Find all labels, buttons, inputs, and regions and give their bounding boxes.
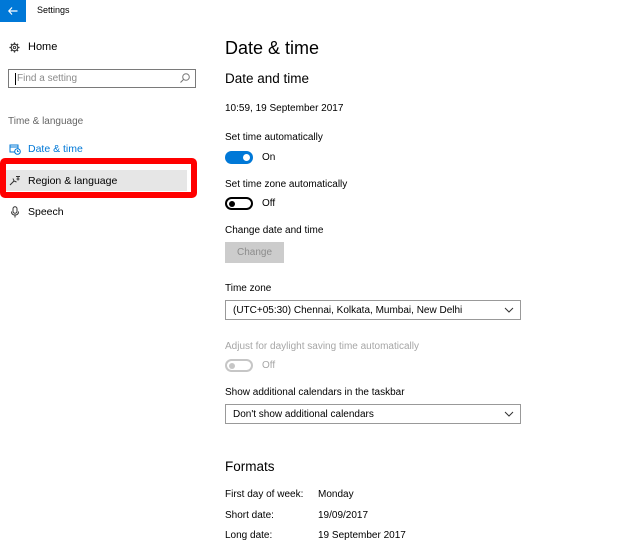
set-time-auto-toggle[interactable] [225, 151, 253, 164]
set-time-auto-state: On [262, 152, 276, 163]
time-zone-label: Time zone [225, 283, 272, 294]
toggle-knob [229, 200, 235, 207]
section-heading: Time & language [8, 116, 84, 127]
arrow-left-icon [8, 7, 18, 15]
change-datetime-label: Change date and time [225, 225, 324, 236]
main-content: Date & time Date and time 10:59, 19 Sept… [225, 0, 624, 551]
sidebar-home[interactable]: Home [8, 41, 57, 53]
formats-title: Formats [225, 459, 275, 474]
sidebar-item-date-time[interactable]: Date & time [0, 138, 210, 160]
back-button[interactable] [0, 0, 26, 22]
annotation-highlight-box [0, 158, 197, 198]
toggle-knob [229, 362, 235, 369]
chevron-down-icon [504, 411, 514, 417]
time-zone-value: (UTC+05:30) Chennai, Kolkata, Mumbai, Ne… [233, 305, 463, 316]
sidebar: Home Find a setting Time & language Date… [0, 22, 210, 551]
format-label: First day of week: [225, 489, 304, 500]
gear-icon [8, 41, 20, 53]
current-datetime: 10:59, 19 September 2017 [225, 103, 344, 114]
home-label: Home [28, 41, 58, 53]
toggle-knob [243, 154, 250, 161]
calendars-select[interactable]: Don't show additional calendars [225, 404, 521, 424]
sidebar-item-speech[interactable]: Speech [0, 201, 210, 223]
calendar-clock-icon [8, 143, 22, 155]
set-timezone-auto-state: Off [262, 198, 276, 209]
change-button[interactable]: Change [225, 242, 284, 263]
sidebar-item-label: Date & time [28, 143, 83, 155]
daylight-saving-label: Adjust for daylight saving time automati… [225, 341, 419, 352]
search-input[interactable]: Find a setting [8, 69, 196, 88]
search-placeholder: Find a setting [17, 73, 78, 84]
search-icon [180, 73, 190, 83]
set-timezone-auto-toggle[interactable] [225, 197, 253, 210]
calendars-label: Show additional calendars in the taskbar [225, 387, 405, 398]
format-label: Short date: [225, 510, 274, 521]
window-title: Settings [37, 5, 70, 15]
page-title: Date & time [225, 38, 320, 58]
daylight-saving-state: Off [262, 360, 276, 371]
format-value: Monday [318, 489, 354, 500]
section-title: Date and time [225, 71, 310, 86]
format-value: 19 September 2017 [318, 530, 406, 541]
set-timezone-auto-label: Set time zone automatically [225, 179, 348, 190]
text-cursor [15, 73, 16, 85]
time-zone-select[interactable]: (UTC+05:30) Chennai, Kolkata, Mumbai, Ne… [225, 300, 521, 320]
sidebar-item-label: Speech [28, 206, 64, 218]
daylight-saving-toggle[interactable] [225, 359, 253, 372]
format-value: 19/09/2017 [318, 510, 369, 521]
microphone-icon [8, 206, 22, 218]
format-label: Long date: [225, 530, 273, 541]
set-time-auto-label: Set time automatically [225, 132, 323, 143]
chevron-down-icon [504, 307, 514, 313]
calendars-value: Don't show additional calendars [233, 409, 374, 420]
